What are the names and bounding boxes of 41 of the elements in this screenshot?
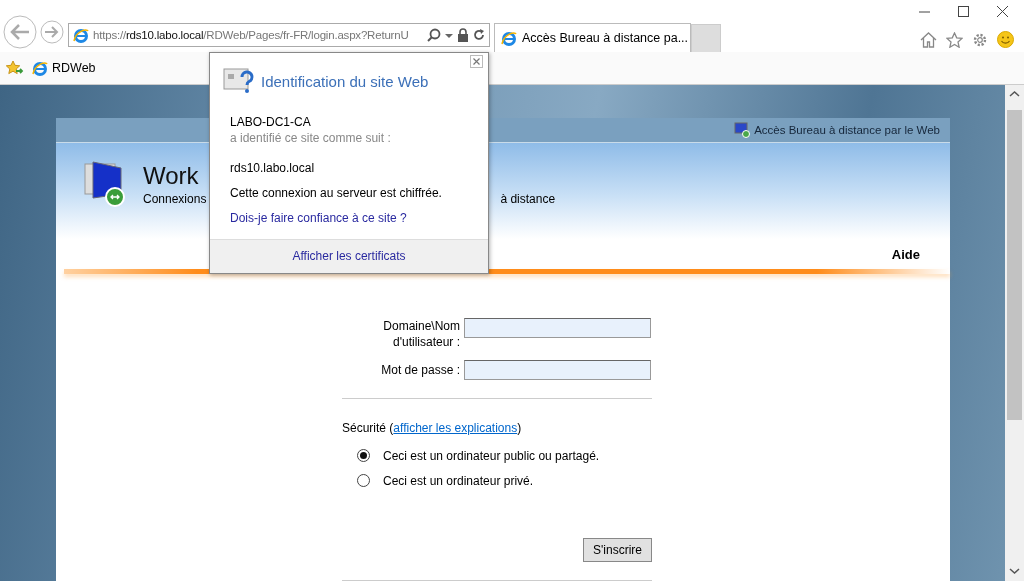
password-label: Mot de passe :: [380, 362, 460, 379]
close-icon[interactable]: [470, 55, 483, 68]
ie-logo-icon: [501, 30, 517, 46]
issuer-note: a identifié ce site comme suit :: [230, 131, 392, 145]
popup-title: Identification du site Web: [261, 72, 429, 90]
maximize-icon[interactable]: [958, 6, 969, 17]
certificates-link[interactable]: Afficher les certificats: [292, 249, 406, 263]
refresh-icon[interactable]: [473, 28, 485, 42]
lock-icon[interactable]: [457, 28, 469, 42]
smiley-icon[interactable]: [997, 31, 1014, 48]
username-field[interactable]: [464, 318, 651, 338]
page-subtitle: à distance: [500, 192, 556, 206]
close-icon[interactable]: [997, 6, 1008, 17]
username-label: Domaine\Nom d'utilisateur :: [382, 318, 460, 350]
star-icon[interactable]: [946, 31, 963, 48]
page-title: Work: [143, 162, 199, 190]
browser-tab[interactable]: Accès Bureau à distance pa...: [494, 23, 691, 52]
header-link[interactable]: Accès Bureau à distance par le Web: [754, 124, 940, 136]
password-field[interactable]: [464, 360, 651, 380]
search-icon[interactable]: [427, 28, 441, 42]
favorites-star-icon[interactable]: [6, 60, 24, 76]
trust-link[interactable]: Dois-je faire confiance à ce site ?: [230, 211, 468, 225]
issuer-name: LABO-DC1-CA: [230, 115, 312, 129]
certificate-question-icon: [223, 67, 255, 95]
connection-status: Cette connexion au serveur est chiffrée.: [230, 186, 443, 200]
page-subtitle: Connexions: [143, 192, 207, 206]
security-label: Sécurité (afficher les explications): [342, 421, 523, 435]
sign-in-button[interactable]: S'inscrire: [583, 538, 652, 562]
site-name: rds10.labo.local: [230, 161, 316, 175]
radio-label[interactable]: Ceci est un ordinateur privé.: [383, 473, 534, 488]
help-link[interactable]: Aide: [891, 247, 920, 262]
radio-button[interactable]: [357, 449, 370, 462]
radio-button[interactable]: [357, 474, 370, 487]
home-icon[interactable]: [920, 31, 937, 48]
radio-label[interactable]: Ceci est un ordinateur public ou partagé.: [383, 448, 600, 463]
ie-logo-icon: [32, 60, 48, 76]
settings-icon[interactable]: [972, 31, 988, 48]
favorites-link[interactable]: RDWeb: [32, 60, 96, 76]
computer-icon: [734, 122, 751, 138]
explanations-link[interactable]: afficher les explications: [393, 421, 518, 435]
ie-logo-icon: [73, 27, 89, 43]
